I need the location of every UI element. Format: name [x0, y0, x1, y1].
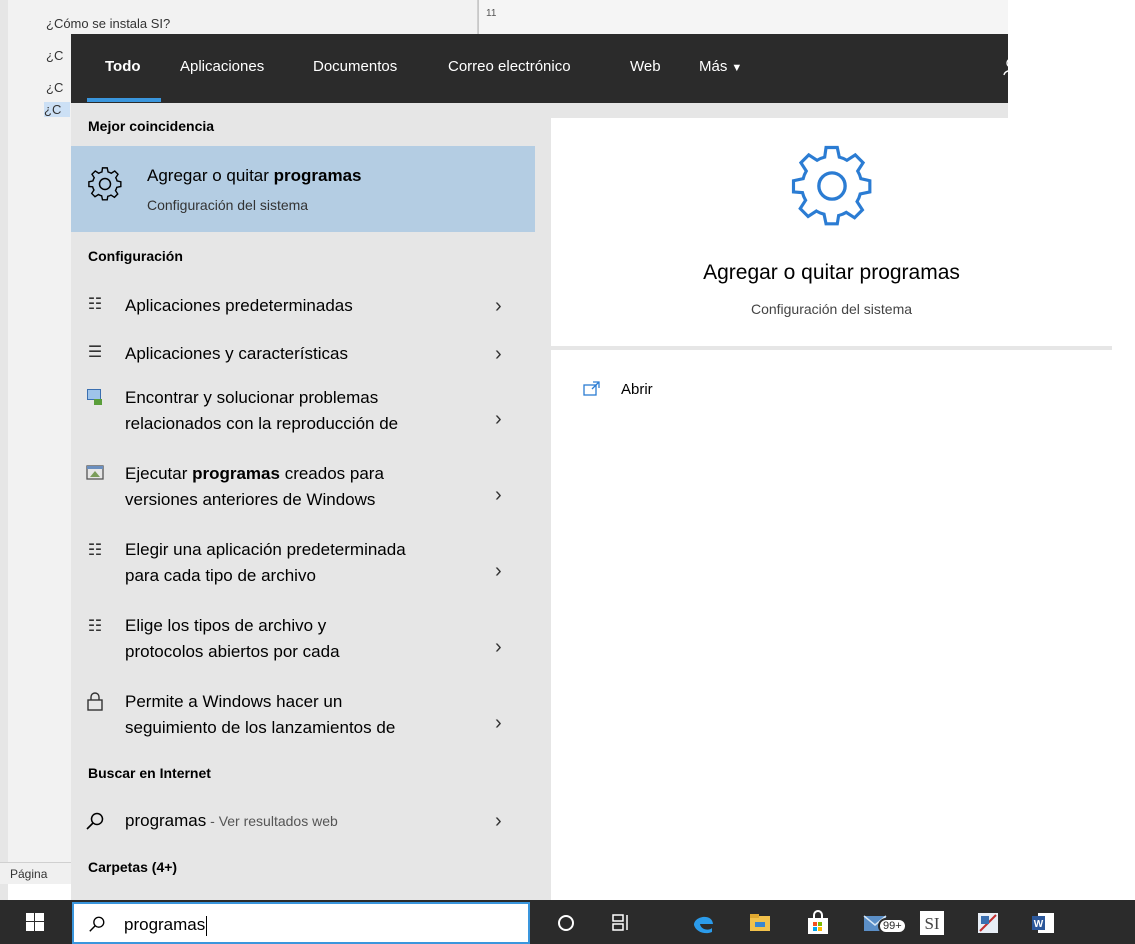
tab-todo[interactable]: Todo	[105, 34, 141, 103]
gear-icon	[791, 145, 872, 226]
best-match-subtitle: Configuración del sistema	[147, 197, 309, 213]
result-label-bold: programas	[192, 464, 280, 483]
nav-heading-item[interactable]: ¿C	[46, 48, 63, 63]
preview-title: Agregar o quitar programas	[703, 261, 960, 284]
result-label-line2: protocolos abiertos por cada	[125, 642, 340, 661]
results-list: Mejor coincidencia Agregar o quitar prog…	[71, 103, 535, 900]
open-icon	[583, 381, 600, 396]
settings-result-item[interactable]: ☷ Aplicaciones predeterminadas ›	[71, 283, 535, 329]
chevron-right-icon: ›	[495, 636, 502, 658]
settings-result-item[interactable]: ☷ Elige los tipos de archivo y protocolo…	[71, 611, 535, 681]
web-search-suffix: - Ver resultados web	[206, 813, 338, 829]
si-app-icon[interactable]: SI	[919, 910, 945, 936]
edge-icon[interactable]	[690, 910, 716, 936]
svg-text:SI: SI	[924, 914, 939, 933]
search-icon	[86, 812, 104, 830]
result-label-line1: Encontrar y solucionar problemas	[125, 388, 379, 407]
settings-result-item[interactable]: Encontrar y solucionar problemas relacio…	[71, 383, 535, 453]
result-label-line1: Elegir una aplicación predeterminada	[125, 540, 406, 559]
caret-down-icon: ▼	[731, 62, 743, 74]
chevron-right-icon: ›	[495, 712, 502, 734]
tab-mas-label: Más	[699, 58, 728, 75]
nav-heading-item[interactable]: ¿Cómo se instala SI?	[46, 16, 170, 31]
chevron-right-icon: ›	[495, 343, 502, 365]
ruler-mark: 11	[486, 8, 497, 19]
result-label-line1: Permite a Windows hacer un	[125, 692, 343, 711]
section-header-best-match: Mejor coincidencia	[88, 118, 215, 134]
taskbar-search-input[interactable]: programas	[72, 902, 530, 944]
nav-heading-item[interactable]: ¿C	[46, 80, 63, 95]
tab-correo[interactable]: Correo electrónico	[448, 34, 571, 103]
search-query-value: programas	[124, 915, 206, 934]
preview-header: Agregar o quitar programas Configuración…	[551, 118, 1112, 350]
result-label-post: creados para	[279, 464, 384, 483]
taskbar: programas 99+ SI W	[0, 900, 1135, 944]
lock-icon	[87, 692, 103, 711]
chevron-right-icon: ›	[495, 484, 502, 506]
result-label-line2: relacionados con la reproducción de	[125, 414, 399, 433]
web-search-query: programas	[125, 811, 207, 830]
tab-mas[interactable]: Más ▼	[699, 34, 742, 103]
open-label: Abrir	[621, 381, 653, 398]
result-label-line2: para cada tipo de archivo	[125, 566, 316, 585]
result-label: Aplicaciones predeterminadas	[125, 296, 353, 315]
more-icon[interactable]: ···	[1074, 57, 1093, 75]
web-search-item[interactable]: programas - Ver resultados web ›	[71, 801, 535, 841]
search-icon	[89, 916, 105, 932]
gear-icon	[88, 167, 122, 201]
chevron-right-icon: ›	[495, 810, 502, 832]
text-cursor	[206, 915, 208, 936]
store-icon[interactable]	[805, 910, 831, 936]
svg-text:W: W	[1034, 919, 1044, 930]
settings-result-item[interactable]: Ejecutar programas creados para versione…	[71, 459, 535, 529]
preview-subtitle: Configuración del sistema	[750, 301, 913, 317]
snipping-icon[interactable]	[975, 910, 1001, 936]
task-view-icon[interactable]	[608, 910, 634, 936]
active-tab-indicator	[87, 98, 161, 102]
app-defaults-icon: ☷	[87, 618, 103, 635]
tab-aplicaciones[interactable]: Aplicaciones	[180, 34, 264, 103]
settings-result-item[interactable]: ☰ Aplicaciones y características ›	[71, 331, 535, 377]
search-panel: Todo Aplicaciones Documentos Correo elec…	[71, 34, 1112, 900]
best-match-title-bold: programas	[273, 166, 362, 185]
web-search-label: programas - Ver resultados web	[125, 808, 338, 834]
search-tabs-bar: Todo Aplicaciones Documentos Correo elec…	[71, 34, 1092, 103]
nav-heading-item-selected[interactable]: ¿C	[44, 102, 70, 117]
result-label-line2: seguimiento de los lanzamientos de	[125, 718, 396, 737]
result-label-line2: versiones anteriores de Windows	[125, 490, 376, 509]
compat-icon	[86, 465, 104, 480]
search-query-text: programas	[124, 915, 208, 936]
app-defaults-icon: ☷	[87, 296, 103, 313]
apps-features-icon: ☰	[87, 344, 103, 361]
section-header-folders: Carpetas (4+)	[88, 859, 178, 875]
feedback-icon[interactable]	[1003, 56, 1025, 78]
result-label-line1: Ejecutar programas creados para	[125, 461, 384, 487]
settings-result-item[interactable]: Permite a Windows hacer un seguimiento d…	[71, 687, 535, 757]
result-label: Aplicaciones y características	[125, 344, 348, 363]
app-defaults-icon: ☷	[87, 542, 103, 559]
mail-badge: 99+	[878, 918, 907, 934]
preview-pane: Agregar o quitar programas Configuración…	[551, 118, 1112, 900]
tab-documentos[interactable]: Documentos	[313, 34, 397, 103]
status-bar-page: Página	[0, 862, 72, 884]
word-icon[interactable]: W	[1030, 910, 1056, 936]
cortana-icon[interactable]	[553, 910, 579, 936]
windows-start-icon[interactable]	[0, 900, 70, 944]
section-header-settings: Configuración	[88, 248, 183, 264]
settings-result-item[interactable]: ☷ Elegir una aplicación predeterminada p…	[71, 535, 535, 605]
best-match-item[interactable]: Agregar o quitar programas Configuración…	[71, 146, 535, 232]
best-match-title: Agregar o quitar programas	[147, 166, 362, 186]
file-explorer-icon[interactable]	[747, 910, 773, 936]
best-match-title-plain: Agregar o quitar	[147, 166, 274, 185]
chevron-right-icon: ›	[495, 560, 502, 582]
troubleshoot-icon	[87, 389, 102, 405]
result-label-line1: Elige los tipos de archivo y	[125, 616, 327, 635]
chevron-right-icon: ›	[495, 295, 502, 317]
mail-icon[interactable]: 99+	[862, 910, 907, 936]
chevron-right-icon: ›	[495, 408, 502, 430]
section-header-web: Buscar en Internet	[88, 765, 211, 781]
result-label-pre: Ejecutar	[125, 464, 193, 483]
window-edge	[0, 0, 8, 900]
tab-web[interactable]: Web	[630, 34, 661, 103]
